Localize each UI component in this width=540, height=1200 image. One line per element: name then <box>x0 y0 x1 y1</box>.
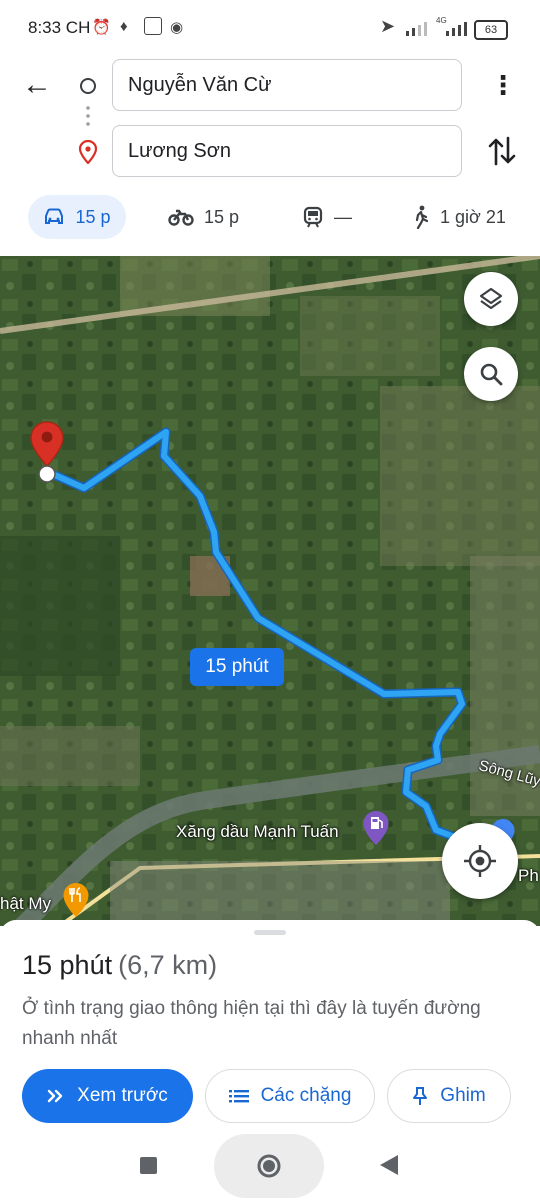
preview-button[interactable]: Xem trước <box>22 1069 193 1123</box>
pushpin-icon <box>413 1087 428 1105</box>
walk-icon <box>415 205 429 229</box>
route-duration-label[interactable]: 15 phút <box>190 648 284 686</box>
tab-transit[interactable]: — <box>302 195 352 239</box>
more-options-icon[interactable]: ⋮ <box>490 70 516 100</box>
status-bar: 8:33 CH ⏰ ♦ ◉ ➤ 4G 63 <box>0 0 540 56</box>
route-distance: (6,7 km) <box>118 950 218 980</box>
list-icon <box>228 1090 249 1103</box>
preview-button-label: Xem trước <box>77 1085 168 1106</box>
swap-icon[interactable] <box>486 134 518 168</box>
search-icon <box>480 363 503 386</box>
home-button[interactable] <box>214 1134 324 1198</box>
double-chevron-icon <box>47 1089 63 1103</box>
status-time: 8:33 CH <box>28 18 91 37</box>
train-icon <box>303 206 323 228</box>
route-dots <box>86 104 90 130</box>
gas-station-icon[interactable] <box>362 810 390 846</box>
alarm-icon: ⏰ <box>92 19 111 36</box>
layers-button[interactable] <box>464 272 518 326</box>
home-circle-icon <box>257 1154 281 1178</box>
pin-button-label: Ghim <box>440 1085 486 1106</box>
tab-motorbike[interactable]: 15 p <box>168 195 239 239</box>
location-arrow-icon: ➤ <box>380 16 396 36</box>
signal-icon-2 <box>446 22 467 36</box>
layers-icon <box>479 287 503 310</box>
tab-car-time: 15 p <box>75 206 111 227</box>
back-triangle-icon[interactable] <box>380 1155 398 1175</box>
restaurant-icon[interactable] <box>62 882 90 918</box>
sheet-drag-handle[interactable] <box>254 930 286 935</box>
recent-apps-icon[interactable] <box>140 1157 157 1174</box>
poi-gas-label[interactable]: Xăng dầu Mạnh Tuấn <box>176 822 339 842</box>
route-description: Ở tình trạng giao thông hiện tại thì đây… <box>22 998 481 1049</box>
battery-icon: 63 <box>474 20 508 40</box>
messenger-icon: ◉ <box>170 19 184 36</box>
steps-button[interactable]: Các chặng <box>205 1069 375 1123</box>
crosshair-icon <box>464 845 496 877</box>
destination-input[interactable]: Lương Sơn <box>112 125 462 177</box>
poi-restaurant-label[interactable]: hật My <box>0 894 51 914</box>
tab-walk[interactable]: 1 giờ 21 <box>412 195 506 239</box>
motorbike-icon <box>168 209 194 226</box>
tab-motorbike-time: 15 p <box>204 206 240 227</box>
route-duration: 15 phút <box>22 950 113 980</box>
signal-icon <box>406 22 427 36</box>
edge-place-label: Ph <box>518 866 539 885</box>
pin-button[interactable]: Ghim <box>387 1069 511 1123</box>
destination-pin-icon <box>78 140 98 164</box>
app-notification-icon: ♦ <box>120 18 128 35</box>
origin-circle-icon <box>80 78 96 94</box>
baomoi-icon <box>144 17 162 35</box>
my-location-button[interactable] <box>442 823 518 899</box>
steps-button-label: Các chặng <box>260 1085 352 1106</box>
tab-walk-time: 1 giờ 21 <box>440 206 506 227</box>
car-icon <box>45 208 64 224</box>
tab-car[interactable]: 15 p <box>28 195 126 239</box>
tab-transit-time: — <box>334 206 352 227</box>
search-along-route-button[interactable] <box>464 347 518 401</box>
back-arrow-icon[interactable]: ← <box>22 70 58 100</box>
origin-input[interactable]: Nguyễn Văn Cừ <box>112 59 462 111</box>
route-summary: 15 phút (6,7 km) <box>22 950 217 981</box>
origin-pin-icon <box>30 421 64 483</box>
